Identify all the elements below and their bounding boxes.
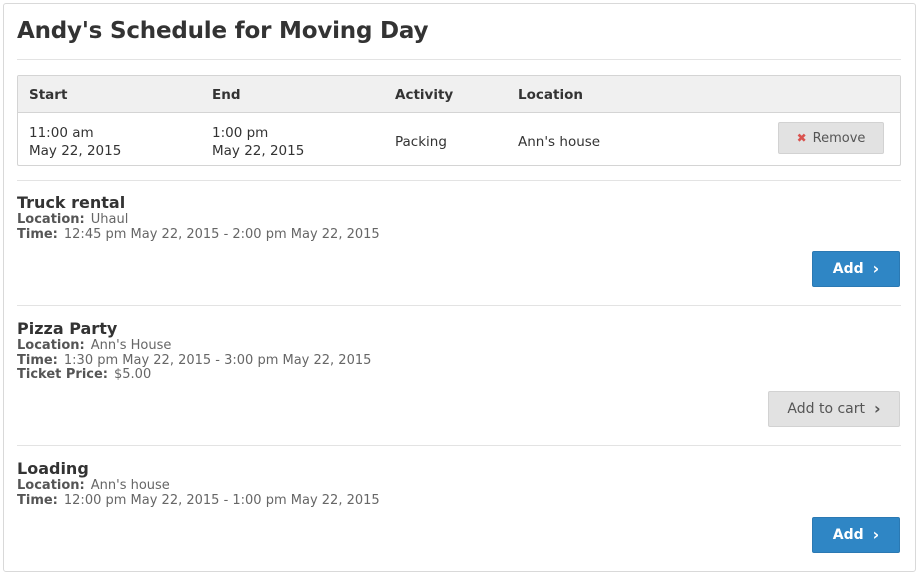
event-location: Location: Uhaul [17, 212, 129, 227]
divider [17, 445, 901, 446]
event-location: Location: Ann's house [17, 478, 170, 493]
chevron-right-icon: › [874, 399, 881, 418]
start-date: May 22, 2015 [29, 143, 122, 159]
start-time: 11:00 am [29, 125, 94, 141]
event-time: Time: 1:30 pm May 22, 2015 - 3:00 pm May … [17, 352, 372, 368]
divider [17, 59, 901, 60]
chevron-right-icon: › [872, 525, 880, 544]
add-button[interactable]: Add › [812, 251, 900, 287]
event-title: Truck rental [17, 193, 126, 212]
event-title: Loading [17, 459, 89, 478]
event-title: Pizza Party [17, 319, 118, 338]
table-header: Start End Activity Location [18, 76, 900, 113]
event-location: Location: Ann's House [17, 338, 172, 353]
event-time: Time: 12:45 pm May 22, 2015 - 2:00 pm May… [17, 226, 380, 242]
event-meta: Location: Ann's house Time: 12:00 pm May 2… [17, 478, 380, 508]
add-button[interactable]: Add › [812, 517, 900, 553]
chevron-right-icon: › [872, 259, 880, 278]
divider [17, 305, 901, 306]
page-title: Andy's Schedule for Moving Day [17, 18, 429, 44]
close-icon: ✖ [796, 131, 807, 145]
add-to-cart-button[interactable]: Add to cart › [768, 391, 900, 427]
header-activity: Activity [395, 87, 454, 103]
event-time: Time: 12:00 pm May 22, 2015 - 1:00 pm May… [17, 492, 380, 508]
cell-end: 1:00 pm May 22, 2015 [212, 124, 304, 160]
divider [17, 180, 901, 181]
header-end: End [212, 87, 241, 103]
event-ticket-price: Ticket Price: $5.00 [17, 367, 152, 382]
schedule-card: Andy's Schedule for Moving Day Start End… [3, 3, 916, 572]
event-meta: Location: Uhaul Time: 12:45 pm May 22, 201… [17, 212, 380, 242]
remove-button-label: Remove [812, 130, 866, 146]
cell-start: 11:00 am May 22, 2015 [29, 124, 121, 160]
header-start: Start [29, 87, 68, 103]
event-meta: Location: Ann's House Time: 1:30 pm May 22… [17, 338, 372, 383]
end-date: May 22, 2015 [212, 143, 305, 159]
header-location: Location [518, 87, 583, 103]
remove-button[interactable]: ✖ Remove [778, 122, 884, 154]
cell-location: Ann's house [518, 134, 601, 150]
schedule-table: Start End Activity Location 11:00 am May… [17, 75, 901, 166]
cell-activity: Packing [395, 134, 447, 150]
end-time: 1:00 pm [212, 125, 269, 141]
